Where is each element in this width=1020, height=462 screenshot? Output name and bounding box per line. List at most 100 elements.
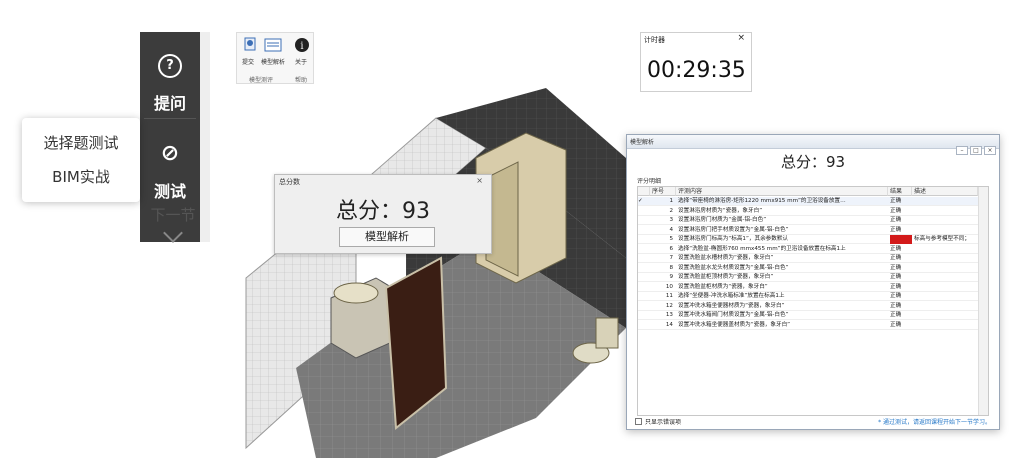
row-index: 1: [669, 198, 673, 204]
nav-test-button[interactable]: ⊘ 测试: [140, 120, 200, 205]
table-row[interactable]: 3 设置淋浴房门材质为“金属-铝-白色” 正确: [638, 216, 978, 225]
menu-item-quiz[interactable]: 选择题测试: [22, 132, 140, 153]
row-result: 正确: [890, 226, 902, 233]
submit-icon[interactable]: [242, 37, 260, 53]
row-marker: [638, 226, 650, 235]
svg-text:i: i: [300, 41, 303, 52]
score-text: 总分：93: [336, 199, 430, 224]
row-desc: [914, 216, 978, 225]
row-desc: [914, 264, 978, 273]
row-index: 11: [665, 293, 673, 299]
row-index: 5: [669, 236, 673, 242]
row-content: 设置淋浴房门标高为“标高1”，其余参数默认: [678, 236, 789, 242]
row-content: 选择“带座椅的淋浴房-矩形1220 mmx915 mm”的卫浴设备放置…: [678, 198, 846, 204]
row-result: 正确: [890, 274, 902, 280]
row-content: 设置洗脸盆水槽材质为“瓷器，象牙白”: [678, 255, 774, 261]
row-index: 2: [669, 207, 673, 214]
row-marker: [638, 216, 650, 225]
menu-item-bim[interactable]: BIM实战: [22, 166, 140, 187]
row-content: 设置淋浴房材质为“瓷器，象牙白”: [678, 207, 763, 214]
row-content: 设置冲洗水箱阀门材质设置为“金属-铝-白色”: [678, 312, 789, 318]
toilet-tank: [595, 317, 619, 349]
table-row[interactable]: 14 设置冲洗水箱坐便器盖材质为“瓷器，象牙白” 正确: [638, 321, 978, 330]
ribbon-group-eval: 模型测评: [249, 77, 274, 84]
only-errors-label: 只显示错误项: [645, 419, 682, 426]
row-index: 3: [669, 217, 673, 223]
nav-ask-button[interactable]: ? 提问: [140, 32, 200, 117]
score-dialog-title: 总分数: [279, 178, 300, 186]
row-marker: ✓: [638, 198, 643, 204]
vertical-scrollbar[interactable]: [978, 187, 988, 415]
row-marker: [638, 292, 650, 301]
table-row[interactable]: ✓ 1 选择“带座椅的淋浴房-矩形1220 mmx915 mm”的卫浴设备放置… 正确: [638, 197, 978, 206]
row-result: 正确: [890, 264, 902, 271]
row-desc: [914, 207, 978, 216]
table-row[interactable]: 8 设置洗脸盆水龙头材质设置为“金属-铝-白色” 正确: [638, 264, 978, 273]
nav-divider: [144, 118, 196, 119]
row-result: 正确: [890, 198, 902, 204]
table-row[interactable]: 10 设置洗脸盆柜材质为“瓷器，象牙白” 正确: [638, 283, 978, 292]
row-result: 正确: [890, 321, 902, 328]
row-content: 设置洗脸盆柜材质为“瓷器，象牙白”: [678, 283, 768, 290]
test-menu: 选择题测试 BIM实战: [22, 118, 140, 202]
table-row[interactable]: 7 设置洗脸盆水槽材质为“瓷器，象牙白” 正确: [638, 254, 978, 263]
row-index: 12: [665, 302, 673, 309]
info-icon[interactable]: i: [293, 37, 311, 53]
table-row[interactable]: 5 设置淋浴房门标高为“标高1”，其余参数默认 错误 标高与参考模型不同；: [638, 235, 978, 244]
row-content: 设置洗脸盆柜顶材质为“瓷器，象牙白”: [678, 274, 774, 280]
row-marker: [638, 311, 650, 320]
row-marker: [638, 235, 650, 244]
row-desc: [914, 283, 978, 292]
row-content: 选择“洗脸盆-椭圆形760 mmx455 mm”的卫浴设备放置在标高1上: [678, 245, 846, 252]
header-content: 评测内容: [676, 187, 888, 196]
row-marker: [638, 302, 650, 311]
ribbon-toolbar: 提交 模型解析 i 关于 模型测评 帮助: [236, 32, 314, 84]
nav-ask-label: 提问: [153, 94, 186, 113]
about-label: 关于: [295, 59, 308, 66]
row-content: 设置冲洗水箱坐便器材质为“瓷器，象牙白”: [678, 302, 785, 309]
row-result: 正确: [890, 245, 902, 252]
table-row[interactable]: 12 设置冲洗水箱坐便器材质为“瓷器，象牙白” 正确: [638, 302, 978, 311]
model-analysis-button[interactable]: 模型解析: [339, 227, 435, 247]
status-message: * 通过测试，请返回课程开始下一节学习。: [878, 419, 991, 426]
row-desc: [914, 321, 978, 330]
analysis-window-title: 模型解析: [630, 139, 655, 146]
row-index: 14: [665, 321, 673, 328]
row-content: 选择“坐便器-冲洗水箱标准”放置在标高1上: [678, 293, 785, 299]
table-row[interactable]: 13 设置冲洗水箱阀门材质设置为“金属-铝-白色” 正确: [638, 311, 978, 320]
table-row[interactable]: 9 设置洗脸盆柜顶材质为“瓷器，象牙白” 正确: [638, 273, 978, 282]
only-errors-checkbox[interactable]: [635, 418, 642, 425]
model-analysis-icon[interactable]: [264, 37, 282, 53]
row-desc: [914, 311, 978, 320]
analysis-titlebar[interactable]: 模型解析 – □ ×: [627, 135, 999, 155]
row-desc: [914, 226, 978, 235]
score-table: 序号 评测内容 结果 描述 ✓ 1 选择“带座椅的淋浴房-矩形1220 mmx915…: [637, 186, 989, 416]
header-index: 序号: [650, 187, 676, 196]
close-icon[interactable]: ×: [476, 176, 483, 185]
row-index: 13: [665, 312, 673, 318]
row-desc: [914, 292, 978, 301]
row-desc: [914, 245, 978, 254]
row-index: 9: [669, 274, 673, 280]
row-result: 正确: [890, 312, 902, 318]
timer-window: 计时器 × 00:29:35: [640, 32, 752, 92]
table-row[interactable]: 6 选择“洗脸盆-椭圆形760 mmx455 mm”的卫浴设备放置在标高1上 正确: [638, 245, 978, 254]
row-result: 正确: [890, 283, 902, 290]
submit-label: 提交: [242, 59, 255, 66]
app-root: ? 提问 ⊘ 测试 选择题测试 BIM实战 下一节 提交 模型解析 i 关于 模…: [0, 0, 1020, 462]
row-result: 正确: [890, 293, 902, 299]
row-desc: [914, 197, 978, 206]
table-row[interactable]: 2 设置淋浴房材质为“瓷器，象牙白” 正确: [638, 207, 978, 216]
table-row[interactable]: 4 设置淋浴房门把手材质设置为“金属-铝-白色” 正确: [638, 226, 978, 235]
header-desc: 描述: [912, 187, 978, 196]
row-marker: [638, 245, 650, 254]
close-icon[interactable]: ×: [737, 33, 745, 43]
next-section-button[interactable]: 下一节: [148, 204, 198, 225]
bathroom-3d-view[interactable]: [236, 88, 656, 460]
row-content: 设置淋浴房门把手材质设置为“金属-铝-白色”: [678, 226, 789, 233]
table-row[interactable]: 11 选择“坐便器-冲洗水箱标准”放置在标高1上 正确: [638, 292, 978, 301]
row-marker: [638, 264, 650, 273]
row-result: 正确: [890, 207, 902, 214]
row-desc: 标高与参考模型不同；: [914, 236, 970, 242]
row-marker: [638, 207, 650, 216]
